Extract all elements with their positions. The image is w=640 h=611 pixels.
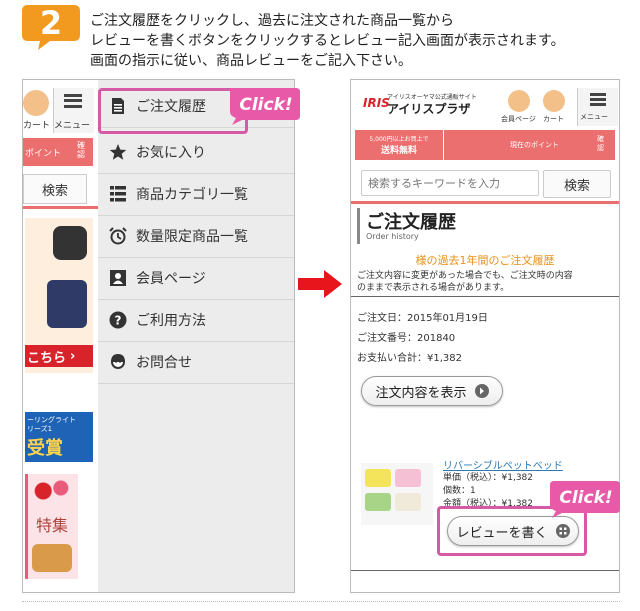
futon-image — [47, 280, 87, 328]
bottom-divider — [22, 601, 620, 602]
unit-price: 単価（税込）：¥1,382 — [443, 473, 533, 483]
click-text-right: Click! — [559, 488, 612, 508]
step-number-badge: 2 — [22, 4, 80, 50]
menu-item-label: 数量限定商品一覧 — [136, 229, 248, 245]
left-phone-screen: カート メニュー ポイント 確 認 検索 こちら › ーリングライト リーズ1 … — [22, 79, 295, 593]
order-number: ご注文番号：201840 — [357, 333, 456, 344]
svg-text:?: ? — [115, 314, 122, 328]
points-text: ポイント — [25, 149, 62, 159]
click-text-left: Click! — [239, 95, 292, 115]
menu-item-category-list[interactable]: 商品カテゴリ一覧 — [98, 173, 294, 216]
instructions: ご注文履歴をクリックし、過去に注文された商品一覧から レビューを書くボタンをクリ… — [90, 11, 635, 71]
kochira-button[interactable]: こちら › — [25, 345, 93, 367]
chevron-right-icon: › — [70, 348, 76, 364]
cake-image — [32, 544, 72, 572]
click-callout-left: Click! — [230, 88, 300, 125]
menu-item-limited-items[interactable]: 数量限定商品一覧 — [98, 215, 294, 258]
promo-banner-1[interactable]: こちら › — [25, 218, 93, 373]
star-icon — [108, 142, 128, 162]
alarm-clock-icon — [108, 226, 128, 246]
menu-item-label: お気に入り — [136, 145, 206, 161]
cart-label: カート — [543, 115, 564, 123]
cart-icon[interactable] — [23, 90, 49, 116]
banner-series-text: リーズ1 — [27, 425, 53, 433]
info-bar: 5,000円以上お買上で 送料無料 現在のポイント 確 認 — [355, 130, 615, 160]
free-shipping-bottom: 送料無料 — [380, 146, 417, 156]
menu-item-label: ご利用方法 — [136, 313, 206, 329]
search-label: 検索 — [41, 183, 68, 199]
background-page: カート メニュー ポイント 確 認 検索 こちら › ーリングライト リーズ1 … — [23, 80, 98, 592]
menu-item-favorites[interactable]: お気に入り — [98, 131, 294, 174]
cart-icon — [543, 90, 565, 112]
page-title-block: ご注文履歴 Order history — [357, 208, 616, 244]
member-page-button[interactable]: 会員ページ — [501, 90, 537, 124]
search-button[interactable]: 検索 — [543, 170, 611, 198]
menu-item-label: お問合せ — [136, 355, 192, 371]
view-order-label: 注文内容を表示 — [375, 385, 467, 401]
menu-label: メニュー — [580, 113, 608, 121]
free-shipping-box: 5,000円以上お買上で 送料無料 — [355, 130, 444, 160]
question-icon: ? — [108, 310, 128, 330]
logo-main-text: アイリスプラザ — [387, 102, 471, 116]
rice-cooker-image — [53, 226, 87, 260]
instruction-line-3: 画面の指示に従い、商品レビューをご記入下さい。 — [90, 53, 412, 69]
page-subtitle: Order history — [366, 232, 419, 241]
page-title: ご注文履歴 — [366, 212, 456, 233]
site-header: IRIS アイリスオーヤマ公式通販サイト アイリスプラザ 会員ページ カート メ… — [351, 80, 619, 126]
step-number: 2 — [40, 4, 62, 42]
instruction-line-2: レビューを書くボタンをクリックするとレビュー記入画面が表示されます。 — [90, 33, 565, 49]
member-icon — [508, 90, 530, 112]
menu-button[interactable]: メニュー — [53, 88, 94, 133]
order-date: ご注文日：2015年01月19日 — [357, 313, 488, 324]
arrow-circle-icon — [474, 384, 489, 398]
free-shipping-top: 5,000円以上お買上で — [369, 136, 429, 143]
member-label: 会員ページ — [501, 115, 536, 123]
order-total: お支払い合計：¥1,382 — [357, 353, 462, 364]
menu-button[interactable]: メニュー — [577, 88, 618, 126]
cart-button[interactable]: カート — [539, 90, 569, 124]
hamburger-icon — [64, 94, 82, 108]
history-heading: 様の過去1年間のご注文履歴 — [415, 254, 555, 267]
logo-iris-text: IRIS — [363, 96, 390, 110]
banner-award-text: 受賞 — [27, 438, 63, 459]
cart-label: カート — [23, 121, 51, 131]
notice-line-2: のままで表示される場合があります。 — [357, 283, 510, 293]
search-input[interactable] — [361, 170, 539, 196]
confirm-points-link[interactable]: 確 認 — [597, 135, 604, 153]
highlight-frame-order-history — [98, 88, 248, 134]
arrow-right-icon — [298, 270, 342, 298]
kochira-label: こちら — [27, 350, 67, 366]
promo-banner-3[interactable]: 特集 — [25, 474, 78, 579]
promo-banner-2[interactable]: ーリングライト リーズ1 受賞 — [25, 412, 93, 462]
menu-item-how-to-use[interactable]: ? ご利用方法 — [98, 299, 294, 342]
menu-item-label: 会員ページ — [136, 271, 206, 287]
search-button[interactable]: 検索 — [23, 174, 87, 204]
points-label: 現在のポイント — [510, 141, 559, 149]
menu-item-contact[interactable]: お問合せ — [98, 341, 294, 384]
confirm-text[interactable]: 確 認 — [77, 141, 85, 159]
points-bar: ポイント 確 認 — [23, 138, 93, 166]
search-label: 検索 — [563, 178, 590, 194]
view-order-button[interactable]: 注文内容を表示 — [361, 376, 503, 406]
flowers-image — [30, 476, 74, 506]
slide-menu: ご注文履歴 お気に入り 商品カテゴリ一覧 数量限定商品一覧 会員ページ ? ご利… — [98, 80, 294, 592]
instruction-line-1: ご注文履歴をクリックし、過去に注文された商品一覧から — [90, 13, 454, 29]
menu-item-member-page[interactable]: 会員ページ — [98, 257, 294, 300]
quantity: 個数：1 — [443, 486, 476, 496]
list-icon — [108, 184, 128, 204]
menu-item-label: 商品カテゴリ一覧 — [136, 187, 248, 203]
product-image[interactable] — [361, 463, 433, 525]
banner-toku-text: 特集 — [36, 516, 69, 535]
member-card-icon — [108, 268, 128, 288]
click-callout-right: Click! — [550, 481, 620, 518]
menu-label: メニュー — [54, 121, 91, 131]
support-agent-icon — [108, 352, 128, 372]
hamburger-icon — [590, 93, 606, 106]
